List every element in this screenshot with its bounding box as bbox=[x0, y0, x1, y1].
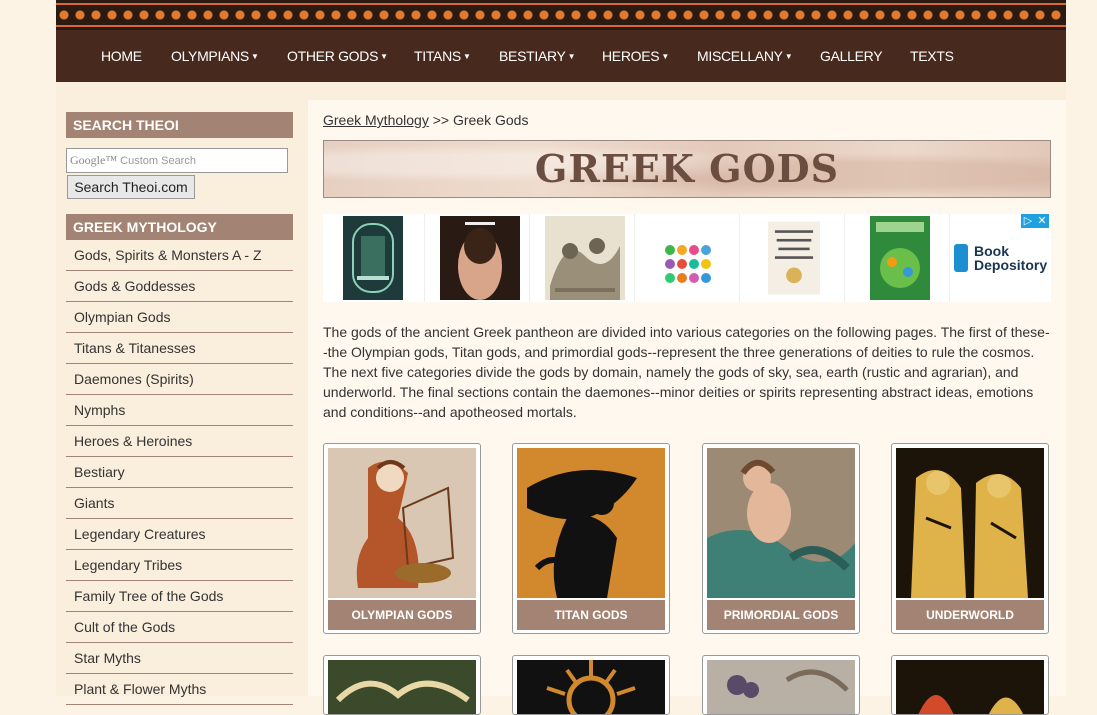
card-image bbox=[328, 660, 476, 714]
card-label: TITAN GODS bbox=[517, 600, 665, 630]
nav-other-gods[interactable]: OTHER GODS ▼ bbox=[287, 30, 388, 82]
book-cover-image bbox=[440, 216, 520, 300]
caret-down-icon: ▼ bbox=[380, 52, 388, 62]
card-olympian-gods[interactable]: OLYMPIAN GODS bbox=[323, 443, 481, 634]
mythology-heading: GREEK MYTHOLOGY bbox=[66, 214, 293, 240]
nav-heroes[interactable]: HEROES ▼ bbox=[602, 30, 669, 82]
sidebar-item-giants[interactable]: Giants bbox=[66, 488, 293, 519]
ad-book[interactable] bbox=[323, 214, 425, 302]
card-image bbox=[707, 660, 855, 714]
sidebar-item-cult[interactable]: Cult of the Gods bbox=[66, 612, 293, 643]
ad-book[interactable] bbox=[848, 214, 950, 302]
book-cover-image bbox=[545, 216, 625, 300]
sidebar-item-gods-goddesses[interactable]: Gods & Goddesses bbox=[66, 271, 293, 302]
caret-down-icon: ▼ bbox=[784, 52, 793, 62]
sidebar-item-az[interactable]: Gods, Spirits & Monsters A - Z bbox=[66, 240, 293, 271]
sidebar-item-star-myths[interactable]: Star Myths bbox=[66, 643, 293, 674]
card-image bbox=[517, 660, 665, 714]
card-daemones[interactable] bbox=[891, 655, 1049, 715]
sidebar-item-daemones[interactable]: Daemones (Spirits) bbox=[66, 364, 293, 395]
card-primordial-gods[interactable]: PRIMORDIAL GODS bbox=[702, 443, 860, 634]
ad-book[interactable] bbox=[743, 214, 845, 302]
book-depository-logo[interactable]: Book Depository bbox=[954, 244, 1049, 274]
titan-gods-image bbox=[517, 448, 665, 598]
ad-choices[interactable]: ▷ ✕ bbox=[1021, 214, 1051, 228]
nav-titans[interactable]: TITANS ▼ bbox=[414, 30, 471, 82]
underworld-image bbox=[896, 448, 1044, 598]
nav-miscellany[interactable]: MISCELLANY ▼ bbox=[697, 30, 793, 82]
search-button[interactable]: Search Theoi.com bbox=[67, 175, 195, 199]
breadcrumb-separator: >> bbox=[432, 112, 450, 128]
olympian-gods-image bbox=[328, 448, 476, 598]
book-cover-image bbox=[870, 216, 930, 300]
meander-border bbox=[56, 0, 1066, 30]
nav-texts[interactable]: TEXTS bbox=[910, 30, 954, 82]
sidebar-item-titans[interactable]: Titans & Titanesses bbox=[66, 333, 293, 364]
breadcrumb-current: Greek Gods bbox=[452, 112, 529, 128]
sidebar-item-legendary-creatures[interactable]: Legendary Creatures bbox=[66, 519, 293, 550]
ad-banner: Book Depository ▷ ✕ bbox=[323, 214, 1051, 302]
book-cover-image bbox=[768, 221, 820, 295]
ad-close-icon[interactable]: ✕ bbox=[1035, 214, 1049, 228]
page-title: GREEK GODS bbox=[323, 140, 1051, 198]
sidebar-item-nymphs[interactable]: Nymphs bbox=[66, 395, 293, 426]
breadcrumb-link[interactable]: Greek Mythology bbox=[323, 112, 429, 128]
sidebar-item-plant-myths[interactable]: Plant & Flower Myths bbox=[66, 674, 293, 705]
search-input[interactable]: Google™ Custom Search bbox=[66, 148, 288, 173]
card-image bbox=[896, 660, 1044, 714]
sidebar-item-olympian-gods[interactable]: Olympian Gods bbox=[66, 302, 293, 333]
book-depository-mark-icon bbox=[954, 244, 968, 272]
nav-olympians[interactable]: OLYMPIANS ▼ bbox=[171, 30, 259, 82]
nav-gallery[interactable]: GALLERY bbox=[820, 30, 883, 82]
card-underworld[interactable]: UNDERWORLD bbox=[891, 443, 1049, 634]
ad-book[interactable] bbox=[533, 214, 635, 302]
intro-text: The gods of the ancient Greek pantheon a… bbox=[323, 324, 1050, 420]
caret-down-icon: ▼ bbox=[567, 52, 576, 62]
card-sky-gods[interactable] bbox=[323, 655, 481, 715]
book-cover-image bbox=[658, 216, 718, 300]
card-label: OLYMPIAN GODS bbox=[328, 600, 476, 630]
top-nav: HOME OLYMPIANS ▼ OTHER GODS ▼ TITANS ▼ BEST… bbox=[56, 30, 1066, 82]
caret-down-icon: ▼ bbox=[462, 52, 471, 62]
card-label: UNDERWORLD bbox=[896, 600, 1044, 630]
card-sea-gods[interactable] bbox=[512, 655, 670, 715]
sidebar-item-family-tree[interactable]: Family Tree of the Gods bbox=[66, 581, 293, 612]
ad-book[interactable] bbox=[428, 214, 530, 302]
caret-down-icon: ▼ bbox=[250, 52, 259, 62]
ad-book[interactable] bbox=[638, 214, 740, 302]
caret-down-icon: ▼ bbox=[661, 52, 669, 62]
nav-bestiary[interactable]: BESTIARY ▼ bbox=[499, 30, 576, 82]
sidebar-item-legendary-tribes[interactable]: Legendary Tribes bbox=[66, 550, 293, 581]
card-label: PRIMORDIAL GODS bbox=[707, 600, 855, 630]
search-heading: SEARCH THEOI bbox=[66, 112, 293, 138]
nav-home[interactable]: HOME bbox=[101, 30, 142, 82]
card-titan-gods[interactable]: TITAN GODS bbox=[512, 443, 670, 634]
primordial-gods-image bbox=[707, 448, 855, 598]
sidebar-item-bestiary[interactable]: Bestiary bbox=[66, 457, 293, 488]
breadcrumb: Greek Mythology >> Greek Gods bbox=[323, 112, 528, 128]
sidebar-item-heroes[interactable]: Heroes & Heroines bbox=[66, 426, 293, 457]
main-content: Greek Mythology >> Greek Gods GREEK GODS bbox=[308, 100, 1066, 715]
sidebar-menu: Gods, Spirits & Monsters A - Z Gods & Go… bbox=[66, 240, 293, 705]
book-cover-image bbox=[343, 216, 403, 300]
card-earth-gods[interactable] bbox=[702, 655, 860, 715]
ad-info-icon[interactable]: ▷ bbox=[1021, 214, 1035, 228]
